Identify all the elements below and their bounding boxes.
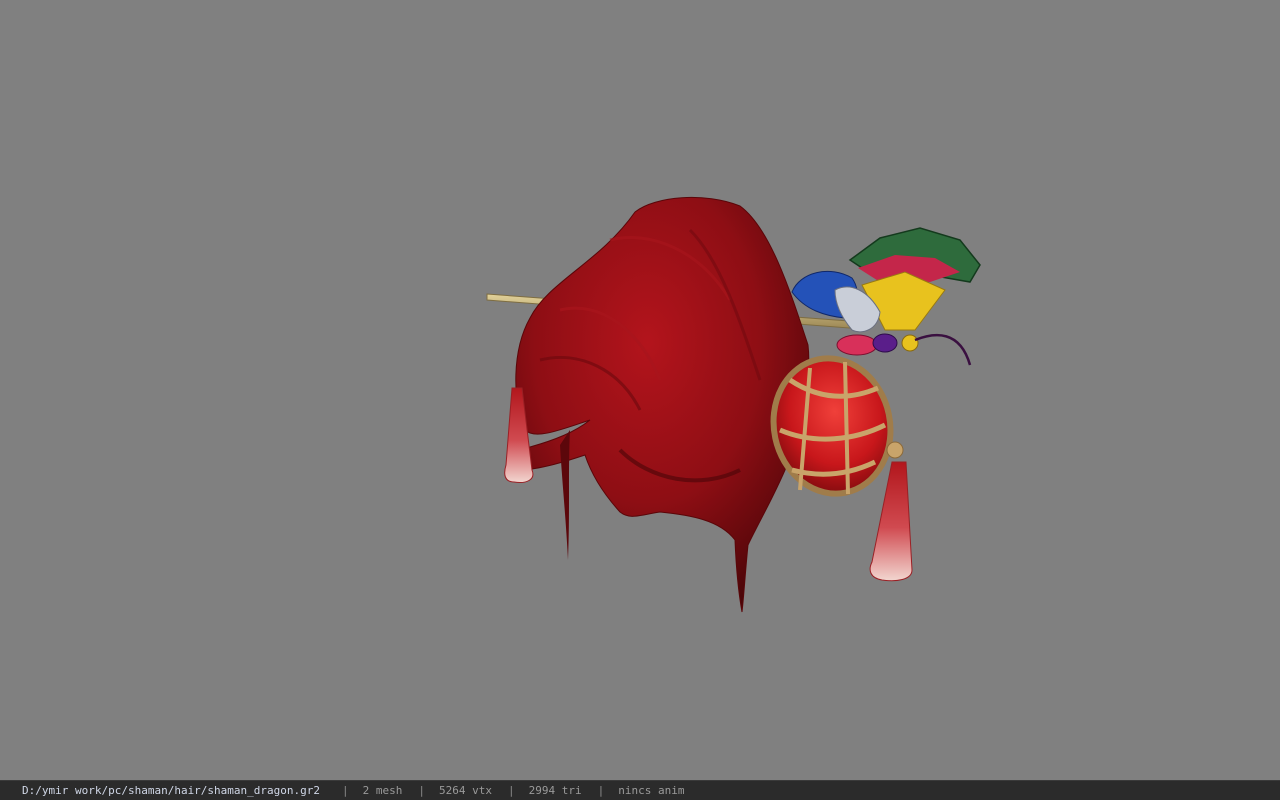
status-separator: | xyxy=(597,784,605,797)
hair-mesh xyxy=(515,197,810,613)
triangle-count-text: 2994 tri xyxy=(528,784,582,797)
status-separator: | xyxy=(342,784,349,797)
status-separator: | xyxy=(508,784,515,797)
right-tassel xyxy=(869,461,913,582)
mesh-count-text: 2 mesh xyxy=(362,784,403,797)
status-bar: D:/ymir work/pc/shaman/hair/shaman_drago… xyxy=(0,780,1280,800)
model-render xyxy=(486,197,981,613)
status-separator: | xyxy=(418,784,426,797)
animation-status-text: nincs anim xyxy=(618,784,685,797)
3d-viewport[interactable] xyxy=(0,0,1280,780)
butterfly-ornament xyxy=(791,227,981,366)
vertex-count-text: 5264 vtx xyxy=(439,784,492,797)
file-path-text: D:/ymir work/pc/shaman/hair/shaman_drago… xyxy=(22,784,321,797)
